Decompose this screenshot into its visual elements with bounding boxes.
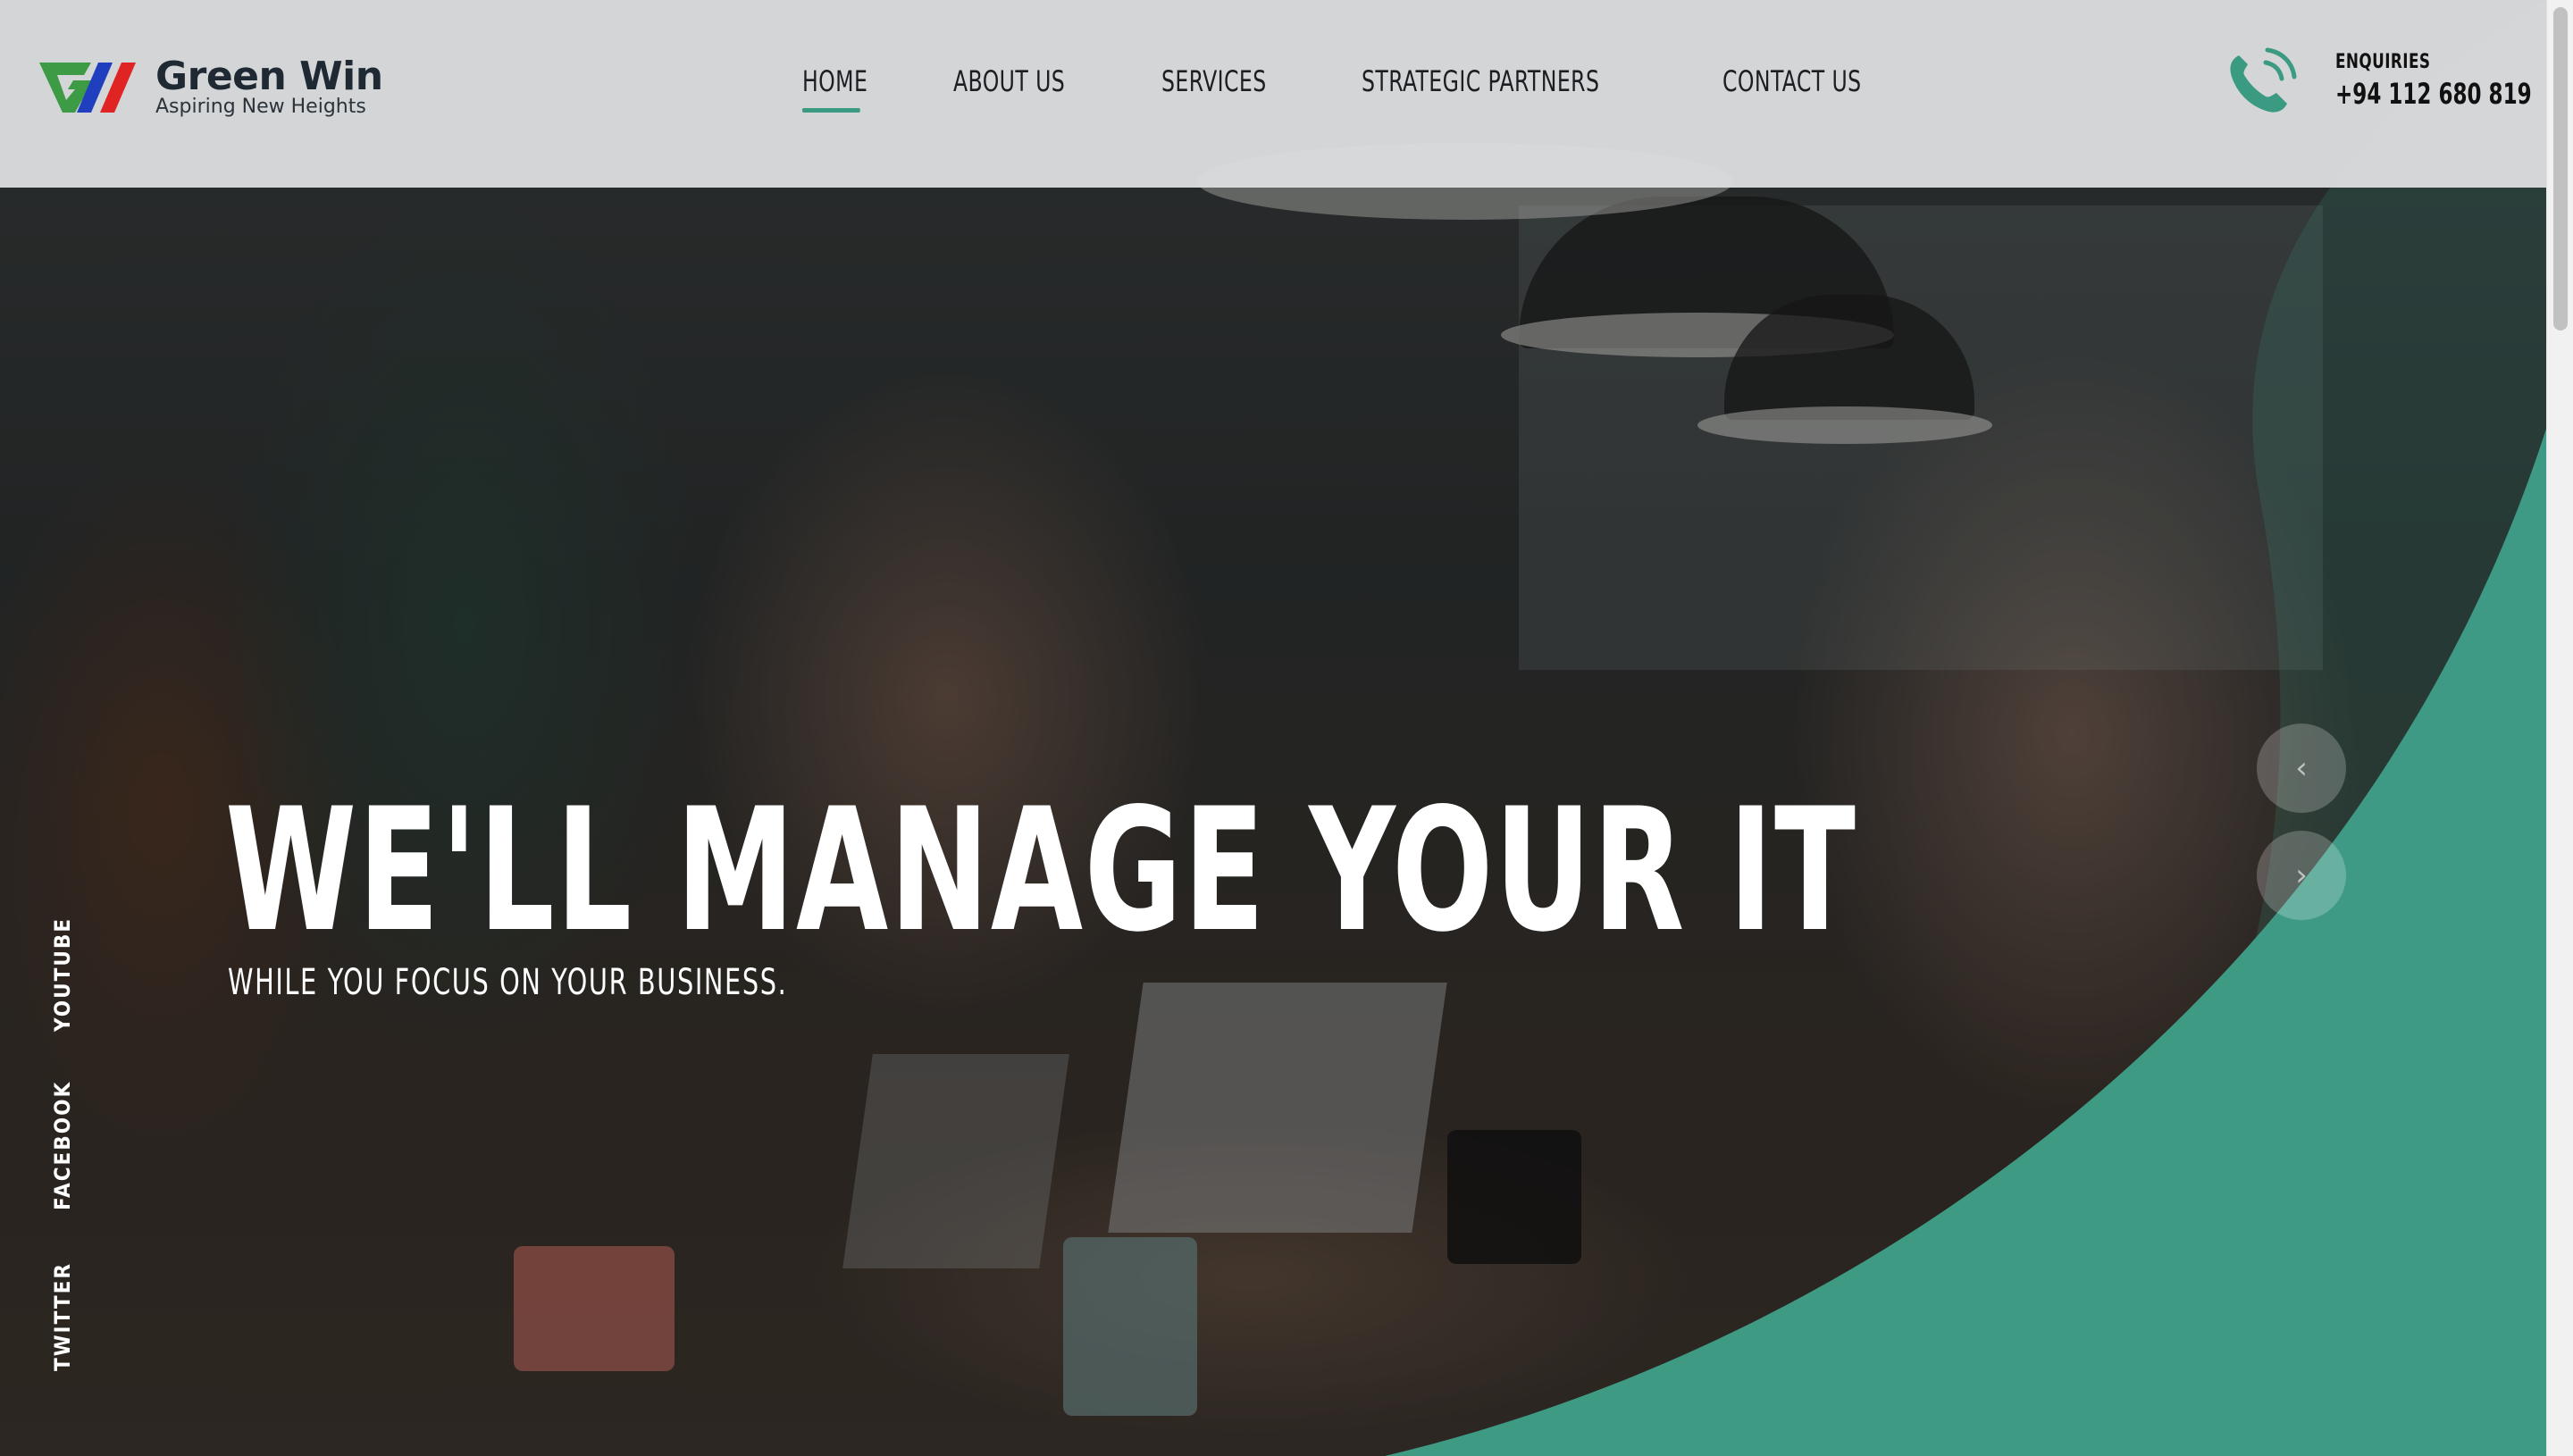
enquiries-label: ENQUIRIES <box>2335 50 2431 73</box>
nav-item-about-us[interactable]: ABOUT US <box>953 64 1065 113</box>
site-header: Green Win Aspiring New Heights HOME ABOU… <box>0 0 2546 188</box>
social-link-facebook[interactable]: FACEBOOK <box>50 1081 75 1210</box>
social-link-twitter[interactable]: TWITTER <box>50 1262 75 1371</box>
chevron-left-icon: ‹ <box>2295 750 2308 786</box>
enquiry-block[interactable]: ENQUIRIES +94 112 680 819 <box>2219 39 2573 121</box>
main-nav: HOME ABOUT US SERVICES STRATEGIC PARTNER… <box>802 64 1964 113</box>
nav-item-home[interactable]: HOME <box>802 64 867 113</box>
nav-item-services[interactable]: SERVICES <box>1161 64 1267 113</box>
enquiry-phone-number[interactable]: +94 112 680 819 <box>2335 77 2532 111</box>
hero-subtitle: WHILE YOU FOCUS ON YOUR BUSINESS. <box>228 962 788 1003</box>
vertical-scrollbar[interactable] <box>2546 0 2573 1456</box>
logo-name: Green Win <box>155 54 383 99</box>
social-link-youtube[interactable]: YOUTUBE <box>50 917 75 1032</box>
logo-tagline: Aspiring New Heights <box>155 96 366 118</box>
slider-next-button[interactable]: › <box>2257 831 2346 920</box>
logo[interactable]: Green Win Aspiring New Heights <box>36 55 383 120</box>
page: Green Win Aspiring New Heights HOME ABOU… <box>0 0 2573 1456</box>
slider-prev-button[interactable]: ‹ <box>2257 724 2346 813</box>
phone-icon <box>2230 47 2297 113</box>
hero-title: WE'LL MANAGE YOUR IT <box>225 772 1857 969</box>
logo-mark-icon <box>39 63 136 113</box>
scrollbar-thumb[interactable] <box>2553 7 2568 331</box>
green-swoosh-shape <box>1385 0 2546 1456</box>
nav-item-contact-us[interactable]: CONTACT US <box>1722 64 1862 113</box>
chevron-right-icon: › <box>2295 858 2308 893</box>
nav-item-strategic-partners[interactable]: STRATEGIC PARTNERS <box>1362 64 1599 113</box>
